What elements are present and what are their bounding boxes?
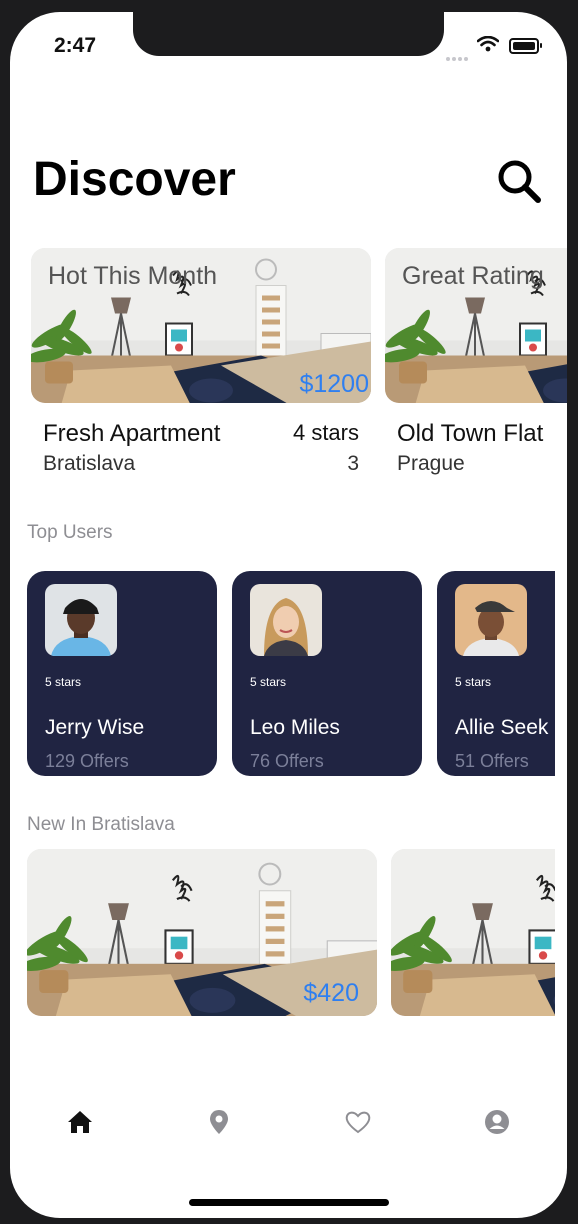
featured-tag: Hot This Month [48, 262, 218, 290]
section-title-top-users: Top Users [27, 522, 113, 543]
avatar [455, 584, 527, 656]
new-listings-carousel[interactable]: $420 [27, 849, 555, 1019]
new-listing-card[interactable] [391, 849, 555, 1016]
user-card[interactable]: 5 stars Jerry Wise 129 Offers [27, 571, 217, 776]
search-icon[interactable] [496, 158, 542, 204]
tab-bar [10, 1107, 567, 1147]
listing-city: Prague [397, 452, 465, 475]
listing-city: Bratislava [43, 452, 136, 475]
section-title-new-in: New In Bratislava [27, 814, 175, 835]
price-label: $420 [303, 979, 359, 1007]
heart-icon[interactable] [343, 1107, 373, 1137]
user-offers: 51 Offers [455, 751, 529, 771]
home-indicator[interactable] [189, 1199, 389, 1206]
featured-tag: Great Rating [402, 262, 544, 290]
cellular-signal-icon [446, 48, 470, 66]
notch [133, 12, 444, 56]
price-label: $1200 [299, 370, 369, 398]
page-title: Discover [33, 153, 236, 206]
new-listing-card[interactable]: $420 [27, 849, 377, 1016]
user-card[interactable]: 5 stars Allie Seek 51 Offers [437, 571, 555, 776]
home-icon[interactable] [65, 1107, 95, 1137]
avatar [250, 584, 322, 656]
listing-name: Old Town Flat [397, 420, 544, 447]
user-offers: 76 Offers [250, 751, 324, 771]
device-frame: 2:47 Discover Hot This Month $1200 Fresh… [0, 0, 578, 1224]
location-pin-icon[interactable] [204, 1107, 234, 1137]
profile-icon[interactable] [482, 1107, 512, 1137]
status-time: 2:47 [54, 34, 97, 57]
avatar [45, 584, 117, 656]
app-screen: 2:47 Discover Hot This Month $1200 Fresh… [10, 12, 567, 1218]
featured-card[interactable]: Hot This Month $1200 Fresh Apartment 4 s… [31, 248, 371, 475]
listing-photo: Hot This Month $1200 [31, 248, 371, 403]
listing-count: 3 [347, 452, 359, 475]
listing-name: Fresh Apartment [43, 420, 221, 447]
top-users-carousel[interactable]: 5 stars Jerry Wise 129 Offers 5 stars Le… [27, 571, 555, 776]
user-stars: 5 stars [250, 675, 287, 689]
user-name: Leo Miles [250, 716, 340, 739]
user-name: Allie Seek [455, 716, 549, 739]
featured-carousel[interactable]: Hot This Month $1200 Fresh Apartment 4 s… [31, 248, 567, 498]
apartment-photo [391, 849, 555, 1016]
user-card[interactable]: 5 stars Leo Miles 76 Offers [232, 571, 422, 776]
user-stars: 5 stars [455, 675, 492, 689]
user-name: Jerry Wise [45, 716, 145, 739]
listing-photo: Great Rating [385, 248, 567, 403]
wifi-icon [477, 36, 499, 52]
user-stars: 5 stars [45, 675, 82, 689]
listing-rating: 4 stars [292, 420, 359, 445]
battery-icon [509, 38, 542, 54]
featured-card[interactable]: Great Rating Old Town Flat Prague [385, 248, 567, 475]
user-offers: 129 Offers [45, 751, 129, 771]
